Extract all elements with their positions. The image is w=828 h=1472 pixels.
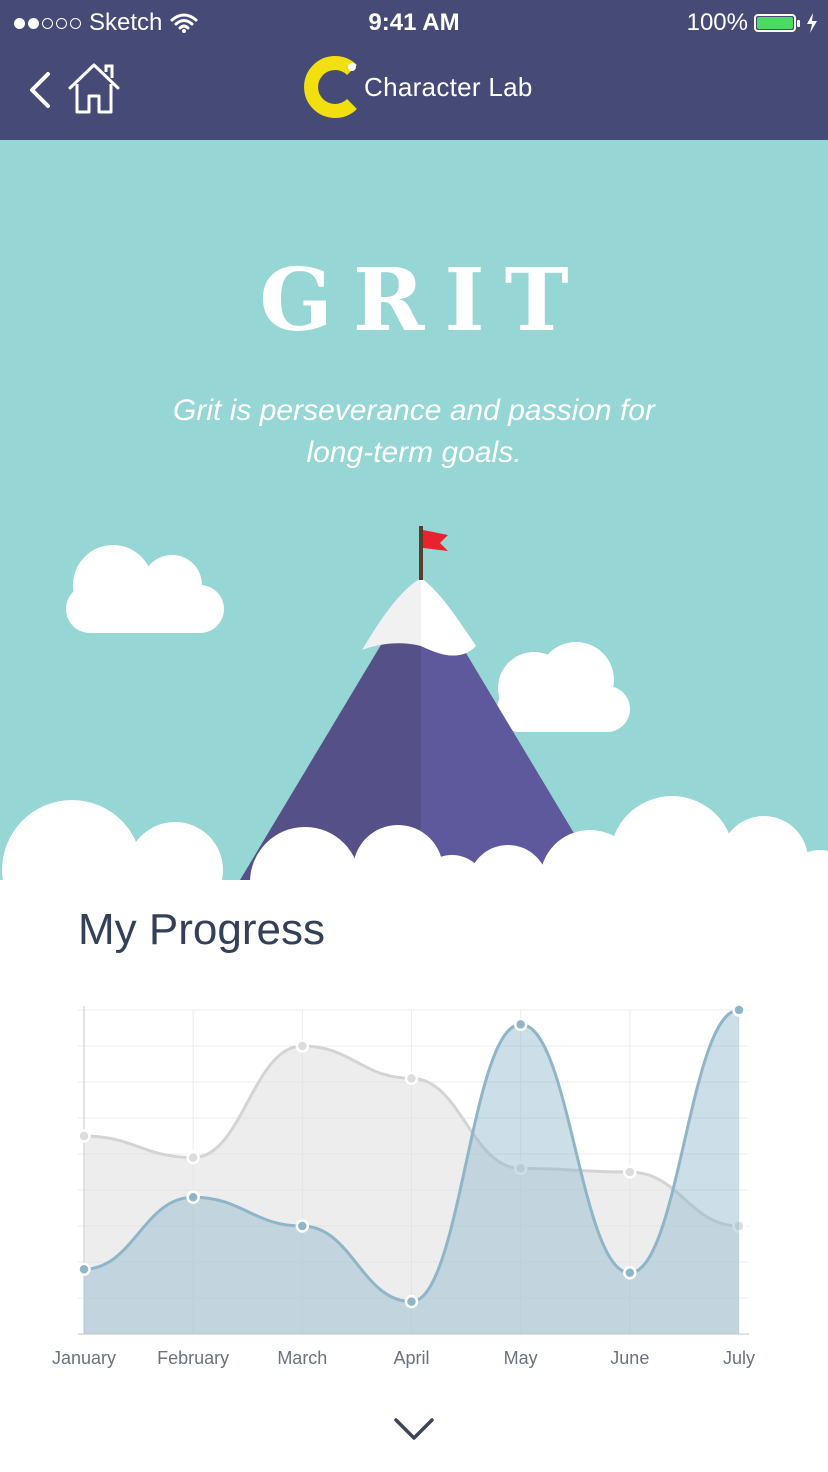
- cloud-right: [497, 642, 630, 732]
- data-point: [404, 1294, 419, 1309]
- x-tick-label: July: [723, 1348, 755, 1368]
- data-point: [186, 1190, 200, 1204]
- character-lab-logo: Character Lab: [302, 56, 533, 118]
- cloud-left: [66, 545, 224, 633]
- x-tick-label: February: [157, 1348, 229, 1368]
- back-chevron-icon[interactable]: [22, 66, 62, 114]
- section-title: My Progress: [78, 905, 325, 954]
- nav-bar: Character Lab: [0, 46, 828, 140]
- home-icon[interactable]: [66, 60, 122, 116]
- battery-percent: 100%: [686, 9, 748, 36]
- brand-name: Character Lab: [364, 71, 533, 102]
- battery-status: 100%: [687, 9, 818, 37]
- charging-bolt-icon: [807, 13, 817, 33]
- x-tick-label: April: [393, 1348, 429, 1368]
- data-point: [295, 1039, 310, 1053]
- data-point: [295, 1219, 310, 1233]
- grit-definition: Grit is perseverance and passion for lon…: [173, 394, 655, 469]
- data-point: [77, 1262, 91, 1276]
- page-title: GRIT: [259, 250, 589, 351]
- data-point: [732, 1003, 746, 1017]
- x-tick-label: March: [277, 1348, 327, 1368]
- logo-c-icon: [304, 56, 357, 118]
- x-tick-label: May: [504, 1348, 538, 1368]
- data-point: [404, 1071, 419, 1086]
- status-bar: Sketch 9:41 AM 100%: [0, 0, 828, 46]
- data-point: [623, 1165, 637, 1179]
- data-point: [513, 1017, 528, 1032]
- data-point: [623, 1266, 637, 1280]
- data-point: [186, 1150, 200, 1165]
- data-point: [77, 1129, 91, 1143]
- hero-banner: GRIT Grit is perseverance and passion fo…: [0, 140, 828, 900]
- progress-chart: January February March April May June July: [52, 1003, 755, 1368]
- chevron-down-icon[interactable]: [392, 1412, 436, 1444]
- summit-flag: [419, 526, 448, 580]
- x-tick-label: June: [610, 1348, 649, 1368]
- x-tick-label: January: [52, 1348, 116, 1368]
- battery-icon: [754, 14, 800, 32]
